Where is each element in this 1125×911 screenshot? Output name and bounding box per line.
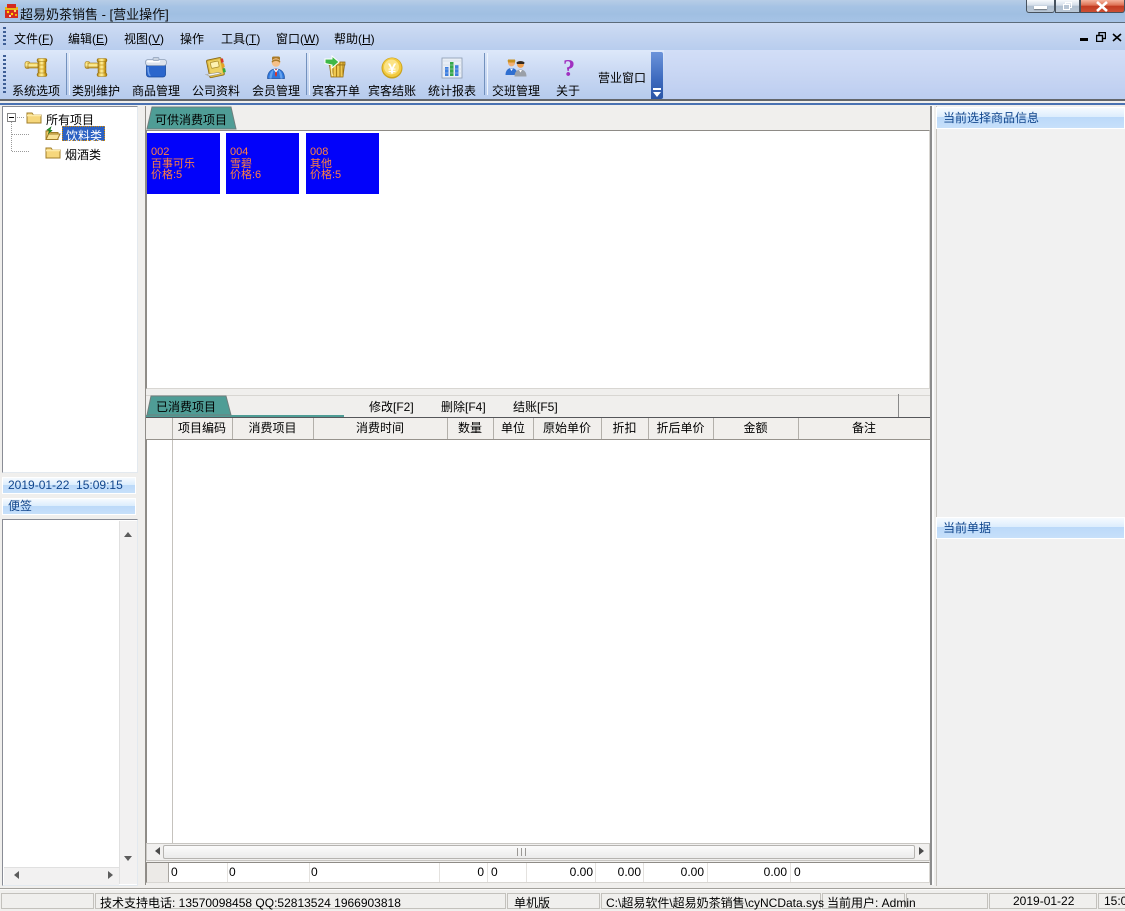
svg-text:¥: ¥ — [388, 61, 397, 78]
svg-text:?: ? — [563, 56, 575, 81]
